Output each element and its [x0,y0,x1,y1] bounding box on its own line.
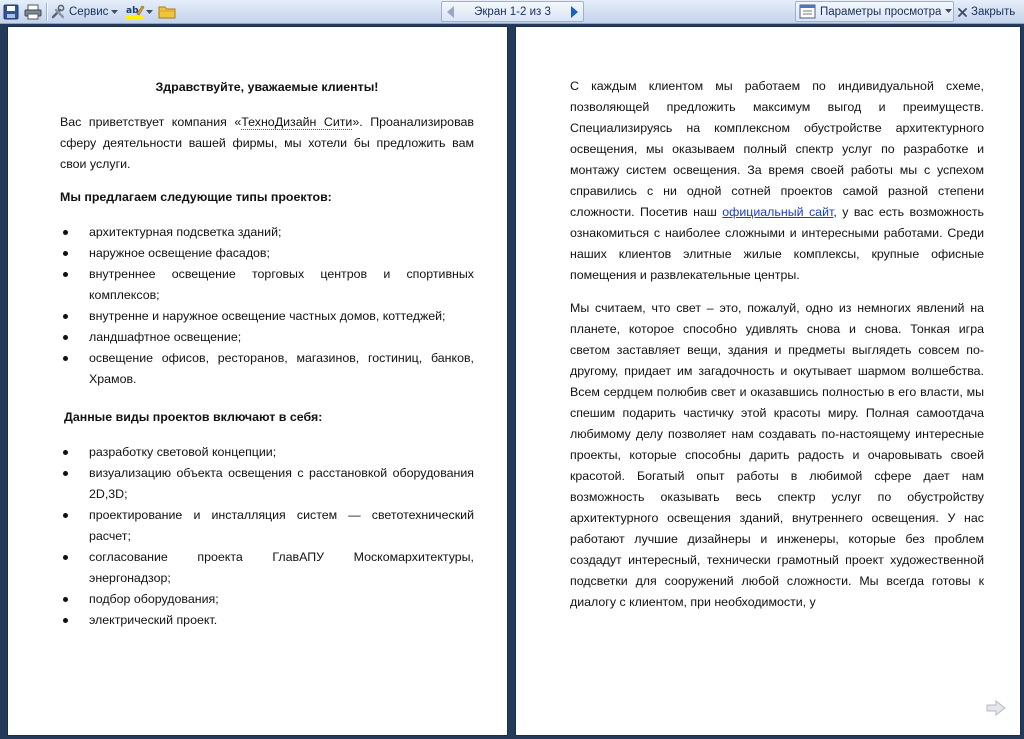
print-icon [24,4,42,20]
view-options-button[interactable]: Параметры просмотра [795,1,954,22]
close-icon [958,7,967,17]
highlight-dropdown[interactable] [146,2,153,22]
next-page-button[interactable] [986,699,1006,723]
highlight-button[interactable]: ab [125,2,145,22]
list-item: электрический проект. [60,610,474,631]
highlight-icon: ab [126,5,145,20]
chevron-down-icon [945,9,953,13]
right-page-content: С каждым клиентом мы работаем по индивид… [570,76,984,613]
chevron-down-icon [111,9,119,14]
screen-navigation: Экран 1-2 из 3 [441,1,584,22]
list-item: архитектурная подсветка зданий; [60,222,474,243]
open-folder-button[interactable] [158,2,176,22]
project-scope-list: разработку световой концепции; визуализа… [60,442,474,631]
print-button[interactable] [24,2,42,22]
chevron-down-icon [146,9,153,14]
view-options-icon [799,4,816,19]
screen-indicator: Экран 1-2 из 3 [474,5,551,18]
arrow-right-icon [986,699,1006,717]
project-types-list: архитектурная подсветка зданий; наружное… [60,222,474,390]
list-item: разработку световой концепции; [60,442,474,463]
company-name: ТехноДизайн Сити [241,115,353,130]
service-menu-label: Сервис [69,6,109,18]
save-button[interactable] [3,2,19,22]
document-page-right: С каждым клиентом мы работаем по индивид… [515,26,1021,736]
reading-toolbar: Сервис ab Экран 1-2 из 3 Параметры просм… [0,0,1024,24]
greeting-title: Здравствуйте, уважаемые клиенты! [155,80,379,94]
list-item: проектирование и инсталляция систем — св… [60,505,474,547]
svg-text:ab: ab [126,6,139,16]
folder-icon [158,6,176,19]
project-scope-heading: Данные виды проектов включают в себя: [64,410,323,424]
close-button[interactable]: Закрыть [957,2,1015,22]
list-item: освещение офисов, ресторанов, магазинов,… [60,348,474,390]
list-item: подбор оборудования; [60,589,474,610]
list-item: ландшафтное освещение; [60,327,474,348]
list-item: внутреннее освещение торговых центров и … [60,264,474,306]
list-item: внутренне и наружное освещение частных д… [60,306,474,327]
prev-screen-icon[interactable] [446,5,455,18]
list-item: согласование проекта ГлавАПУ Москомархит… [60,547,474,589]
intro-text-start: Вас приветствует компания « [60,115,242,129]
save-icon [3,4,19,20]
philosophy-paragraph: Мы считаем, что свет – это, пожалуй, одн… [570,301,984,609]
tools-icon [51,4,65,19]
next-screen-icon[interactable] [570,5,579,18]
list-item: визуализацию объекта освещения с расстан… [60,463,474,505]
intro-paragraph: Вас приветствует компания «ТехноДизайн С… [60,112,474,175]
document-page-left: Здравствуйте, уважаемые клиенты! Вас при… [7,26,508,736]
approach-text-start: С каждым клиентом мы работаем по индивид… [570,79,984,219]
close-label: Закрыть [971,6,1016,18]
left-page-content: Здравствуйте, уважаемые клиенты! Вас при… [60,77,474,631]
service-menu-button[interactable]: Сервис [50,2,119,22]
project-types-heading: Мы предлагаем следующие типы проектов: [60,190,332,204]
approach-paragraph: С каждым клиентом мы работаем по индивид… [570,76,984,286]
view-options-label: Параметры просмотра [820,5,942,18]
official-site-link[interactable]: официальный сайт [722,205,833,219]
list-item: наружное освещение фасадов; [60,243,474,264]
toolbar-separator [46,3,47,21]
